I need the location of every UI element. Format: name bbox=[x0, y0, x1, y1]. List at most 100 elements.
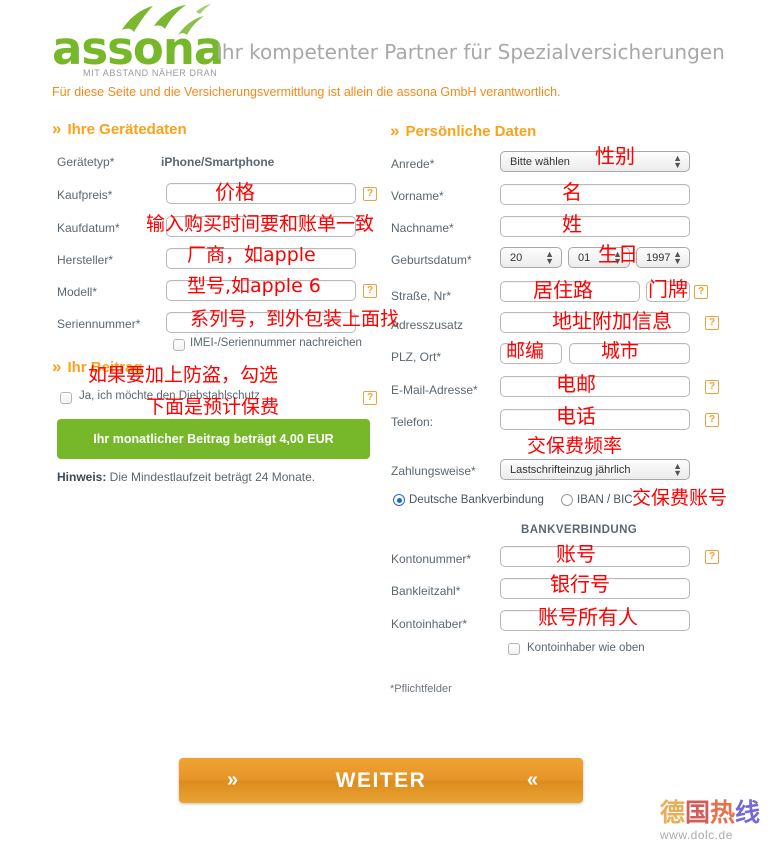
chevron-right-icon-2: » bbox=[52, 357, 62, 376]
annotation-vorname: 名 bbox=[562, 180, 582, 204]
section-heading-device-data: » Ihre Gerätedaten bbox=[52, 119, 187, 139]
monthly-premium-banner: Ihr monatlicher Beitrag beträgt 4,00 EUR bbox=[57, 419, 370, 459]
watermark: 德国热线 www.dolc.de bbox=[660, 800, 776, 850]
annotation-plz: 邮编 bbox=[506, 340, 545, 362]
annotation-strasse: 居住路 bbox=[533, 278, 593, 302]
label-modell: Modell* bbox=[57, 285, 98, 299]
watermark-char-4: 线 bbox=[735, 798, 761, 827]
annotation-zahlungsweise: 交保费频率 bbox=[527, 435, 623, 457]
label-strasse: Straße, Nr* bbox=[391, 289, 452, 303]
label-seriennummer: Seriennummer* bbox=[57, 317, 141, 331]
checkbox-imei-nachreichen[interactable] bbox=[173, 339, 185, 351]
help-icon-email[interactable]: ? bbox=[705, 380, 719, 394]
help-icon-modell[interactable]: ? bbox=[363, 284, 377, 298]
watermark-url: www.dolc.de bbox=[660, 828, 733, 842]
value-geraetetyp: iPhone/Smartphone bbox=[161, 155, 275, 169]
section-heading-personal-data-label: Persönliche Daten bbox=[405, 123, 537, 140]
watermark-chinese: 德国热线 bbox=[660, 800, 776, 825]
help-icon-adresszusatz[interactable]: ? bbox=[705, 316, 719, 330]
checkbox-label-imei-nachreichen: IMEI-/Seriennummer nachreichen bbox=[190, 337, 362, 349]
insurance-form-page: assona MIT ABSTAND NÄHER DRAN Ihr kompet… bbox=[0, 0, 778, 854]
help-icon-telefon[interactable]: ? bbox=[705, 413, 719, 427]
radio-iban-bic[interactable] bbox=[561, 494, 573, 506]
label-kontonummer: Kontonummer* bbox=[391, 552, 472, 566]
label-hersteller: Hersteller* bbox=[57, 253, 114, 267]
annotation-hersteller: 厂商，如apple bbox=[187, 244, 316, 266]
select-zahlungsweise-value: Lastschrifteinzug jährlich bbox=[510, 463, 631, 476]
label-adresszusatz: Adresszusatz bbox=[391, 318, 464, 332]
required-fields-note: *Pflichtfelder bbox=[390, 683, 452, 695]
annotation-bankkonto: 交保费账号 bbox=[632, 487, 728, 509]
annotation-email: 电邮 bbox=[556, 372, 596, 396]
select-birth-year[interactable]: 1997 ▲ ▼ bbox=[636, 247, 690, 268]
checkbox-diebstahlschutz[interactable] bbox=[60, 392, 72, 404]
select-anrede-value: Bitte wählen bbox=[510, 155, 570, 168]
select-birth-year-value: 1997 bbox=[646, 251, 671, 264]
chevron-right-icon-button: » bbox=[227, 769, 238, 791]
input-vorname[interactable] bbox=[500, 184, 690, 205]
chevron-right-icon: » bbox=[52, 119, 62, 138]
label-plz-ort: PLZ, Ort* bbox=[391, 350, 442, 364]
annotation-modell: 型号,如apple 6 bbox=[187, 275, 321, 297]
header-tagline: Ihr kompetenter Partner für Spezialversi… bbox=[216, 40, 725, 64]
input-kaufpreis[interactable] bbox=[166, 183, 356, 204]
help-icon-diebstahlschutz[interactable]: ? bbox=[363, 391, 377, 405]
help-icon-kontonummer[interactable]: ? bbox=[705, 550, 719, 564]
select-birth-day[interactable]: 20 ▲ ▼ bbox=[500, 247, 562, 268]
help-icon-kaufpreis[interactable]: ? bbox=[363, 187, 377, 201]
label-anrede: Anrede* bbox=[391, 157, 435, 171]
annotation-hausnummer: 门牌 bbox=[648, 277, 688, 301]
select-zahlungsweise[interactable]: Lastschrifteinzug jährlich ▲ ▼ bbox=[500, 459, 690, 480]
weiter-button[interactable]: » WEITER « bbox=[179, 758, 583, 803]
chevron-right-icon-3: » bbox=[390, 121, 400, 140]
annotation-seriennummer: 系列号，到外包装上面找 bbox=[190, 308, 400, 330]
annotation-kaufdatum: 输入购买时间要和账单一致 bbox=[146, 213, 375, 235]
annotation-nachname: 姓 bbox=[562, 212, 582, 236]
annotation-diebstahl-hint: 如果要加上防盗，勾选 bbox=[88, 364, 279, 386]
help-icon-strasse[interactable]: ? bbox=[694, 285, 708, 299]
annotation-geburtsdatum: 生日 bbox=[598, 242, 638, 266]
chevron-left-icon-button: « bbox=[526, 769, 538, 791]
section-heading-device-data-label: Ihre Gerätedaten bbox=[67, 121, 187, 138]
logo-subtagline: MIT ABSTAND NÄHER DRAN bbox=[83, 68, 218, 78]
annotation-premium-hint: 下面是预计保费 bbox=[146, 396, 280, 418]
radio-deutsche-bankverbindung[interactable] bbox=[393, 494, 405, 506]
watermark-char-1: 德 bbox=[660, 798, 686, 827]
minimum-term-note-bold: Hinweis: bbox=[57, 470, 107, 484]
annotation-telefon: 电话 bbox=[556, 404, 596, 428]
section-heading-personal-data: » Persönliche Daten bbox=[390, 121, 536, 141]
label-geraetetyp: Gerätetyp* bbox=[57, 155, 115, 169]
label-email: E-Mail-Adresse* bbox=[391, 383, 478, 397]
label-telefon: Telefon: bbox=[391, 415, 434, 429]
checkbox-kontoinhaber-wie-oben[interactable] bbox=[508, 643, 520, 655]
minimum-term-note: Hinweis: Die Mindestlaufzeit beträgt 24 … bbox=[57, 470, 315, 484]
label-zahlungsweise: Zahlungsweise* bbox=[391, 464, 476, 478]
chevron-updown-icon-year: ▲ ▼ bbox=[673, 248, 682, 266]
label-nachname: Nachname* bbox=[391, 221, 454, 235]
weiter-button-label: WEITER bbox=[335, 768, 427, 792]
label-kaufdatum: Kaufdatum* bbox=[57, 221, 120, 235]
annotation-bankleitzahl: 银行号 bbox=[550, 572, 610, 596]
select-birth-month-value: 01 bbox=[578, 251, 591, 264]
chevron-updown-icon-zahlungsweise: ▲ ▼ bbox=[673, 460, 682, 478]
annotation-anrede: 性别 bbox=[595, 144, 635, 168]
radio-label-deutsche-bankverbindung: Deutsche Bankverbindung bbox=[409, 494, 544, 506]
watermark-char-3: 热 bbox=[710, 798, 736, 827]
radio-label-iban-bic: IBAN / BIC bbox=[577, 494, 633, 506]
chevron-updown-icon-anrede: ▲ ▼ bbox=[673, 152, 682, 170]
label-kontoinhaber: Kontoinhaber* bbox=[391, 617, 468, 631]
bank-section-title: BANKVERBINDUNG bbox=[521, 524, 638, 536]
label-kaufpreis: Kaufpreis* bbox=[57, 188, 113, 202]
annotation-adresszusatz: 地址附加信息 bbox=[552, 309, 672, 333]
label-vorname: Vorname* bbox=[391, 189, 444, 203]
minimum-term-note-text: Die Mindestlaufzeit beträgt 24 Monate. bbox=[106, 470, 316, 484]
chevron-updown-icon-day: ▲ ▼ bbox=[545, 248, 554, 266]
watermark-char-2: 国 bbox=[685, 798, 711, 827]
logo-wordmark: assona bbox=[52, 22, 224, 75]
label-bankleitzahl: Bankleitzahl* bbox=[391, 584, 461, 598]
input-nachname[interactable] bbox=[500, 216, 690, 237]
annotation-kontoinhaber: 账号所有人 bbox=[538, 605, 638, 629]
annotation-ort: 城市 bbox=[601, 340, 640, 362]
assona-logo: assona MIT ABSTAND NÄHER DRAN bbox=[52, 4, 224, 80]
annotation-kontonummer: 账号 bbox=[556, 542, 596, 566]
